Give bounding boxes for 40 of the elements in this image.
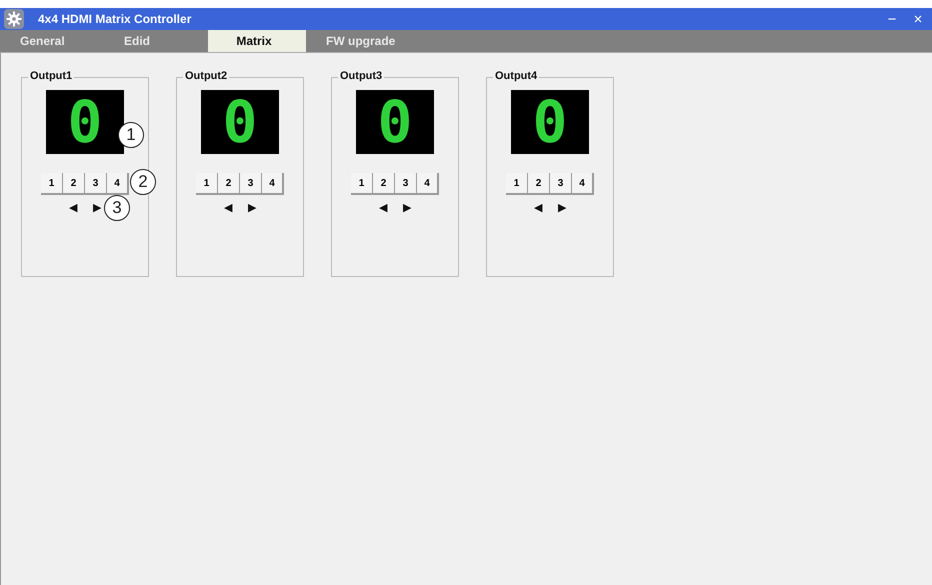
- digit-display: 0: [201, 90, 279, 154]
- callout-number: 3: [104, 195, 130, 221]
- tab[interactable]: Matrix: [208, 30, 306, 52]
- group-title: Output2: [183, 70, 230, 82]
- input-button[interactable]: 1: [506, 173, 528, 193]
- input-button[interactable]: 1: [41, 173, 63, 193]
- previous-button[interactable]: ◀: [222, 201, 234, 214]
- callout-number: 2: [130, 169, 156, 195]
- next-button[interactable]: ▶: [91, 201, 103, 214]
- input-button[interactable]: 2: [63, 173, 85, 193]
- input-button[interactable]: 4: [262, 173, 284, 193]
- input-button[interactable]: 3: [240, 173, 262, 193]
- input-button[interactable]: 1: [351, 173, 373, 193]
- window-control-button[interactable]: ×: [906, 10, 930, 28]
- next-button[interactable]: ▶: [556, 201, 568, 214]
- previous-button[interactable]: ◀: [532, 201, 544, 214]
- input-button[interactable]: 2: [373, 173, 395, 193]
- input-button[interactable]: 3: [395, 173, 417, 193]
- previous-button[interactable]: ◀: [67, 201, 79, 214]
- input-button[interactable]: 1: [196, 173, 218, 193]
- window-title: 4x4 HDMI Matrix Controller: [38, 12, 192, 26]
- input-button[interactable]: 2: [528, 173, 550, 193]
- input-button[interactable]: 4: [417, 173, 439, 193]
- group-title: Output3: [338, 70, 384, 82]
- callout-number: 1: [118, 122, 144, 148]
- previous-button[interactable]: ◀: [377, 201, 389, 214]
- next-button[interactable]: ▶: [246, 201, 258, 214]
- group-title: Output1: [28, 70, 74, 82]
- input-button[interactable]: 4: [107, 173, 129, 193]
- input-button[interactable]: 4: [572, 173, 594, 193]
- input-button[interactable]: 3: [550, 173, 572, 193]
- window-control-button[interactable]: −: [880, 10, 904, 28]
- input-button[interactable]: 3: [85, 173, 107, 193]
- digit-display: 0: [46, 90, 124, 154]
- next-button[interactable]: ▶: [401, 201, 413, 214]
- gear-icon: [4, 9, 24, 29]
- group-title: Output4: [493, 70, 540, 82]
- input-button[interactable]: 2: [218, 173, 240, 193]
- digit-display: 0: [356, 90, 434, 154]
- digit-display: 0: [511, 90, 589, 154]
